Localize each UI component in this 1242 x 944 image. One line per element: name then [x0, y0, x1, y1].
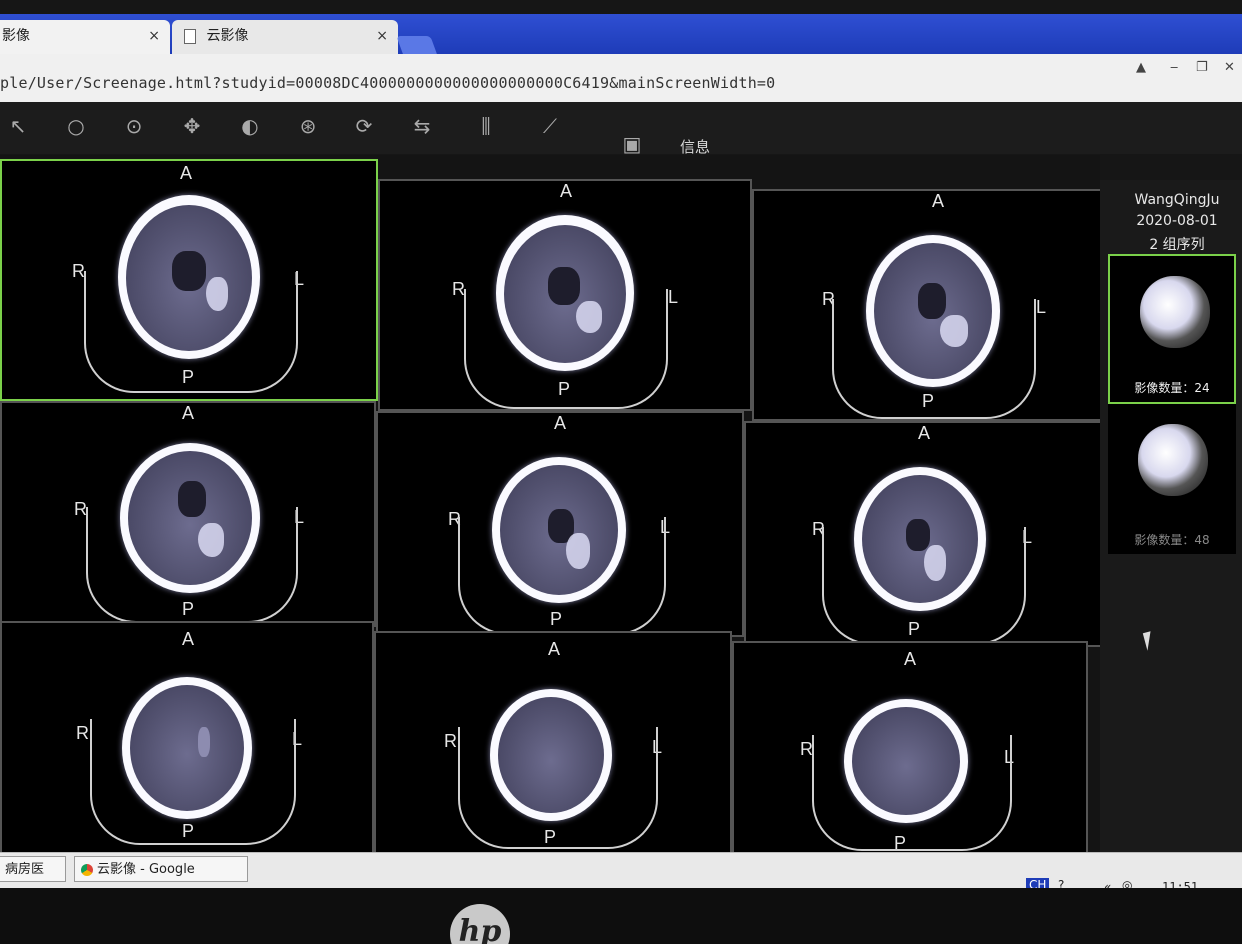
hemorrhage — [924, 545, 946, 581]
ventricle — [918, 283, 946, 319]
image-count-label: 影像数量：24 — [1134, 381, 1210, 395]
brain-tissue — [130, 685, 244, 811]
ventricle — [178, 481, 206, 517]
ventricle — [172, 251, 206, 291]
tab-imaging[interactable]: 影像 × — [0, 20, 170, 54]
hemorrhage — [576, 301, 602, 333]
series-count: 2 组序列 — [1149, 237, 1205, 253]
orientation-right: R — [76, 723, 89, 743]
monitor-screen: 影像 × 云影像 × ple/User/Screenage.html?study… — [0, 0, 1242, 944]
pan-icon[interactable]: ✥ — [178, 112, 206, 140]
brain-tissue — [852, 707, 960, 815]
zoom-in-icon[interactable]: ⊙ — [120, 112, 148, 140]
flip-icon[interactable]: ⇆ — [408, 112, 436, 140]
close-icon[interactable]: × — [376, 20, 388, 52]
new-tab-button[interactable] — [396, 36, 438, 56]
viewport-3[interactable]: A R L P — [752, 189, 1122, 421]
orientation-left: L — [1036, 297, 1047, 317]
save-icon[interactable]: ▣ — [618, 130, 646, 158]
monitor-bezel — [0, 888, 1242, 944]
rotate-icon[interactable]: ⟳ — [350, 112, 378, 140]
tab-label: 云影像 — [206, 28, 249, 44]
viewport-2[interactable]: A R L P — [378, 179, 752, 411]
layout-icon[interactable]: ⫼ — [472, 112, 500, 140]
patient-name: WangQingJu — [1134, 192, 1220, 208]
thumbnail-image — [1138, 424, 1208, 496]
viewport-9[interactable]: A R L P — [732, 641, 1088, 855]
viewport-6[interactable]: A R L P — [744, 421, 1108, 647]
viewport-8[interactable]: A R L P — [374, 631, 732, 855]
window-close-icon[interactable]: ✕ — [1224, 60, 1235, 75]
tab-label: 影像 — [2, 28, 30, 44]
orientation-anterior: A — [904, 649, 917, 669]
orientation-anterior: A — [182, 403, 195, 423]
orientation-anterior: A — [554, 413, 567, 433]
image-count-label: 影像数量：48 — [1134, 533, 1210, 547]
minimize-icon[interactable]: ‒ — [1170, 60, 1178, 75]
orientation-anterior: A — [548, 639, 561, 659]
brain-tissue — [128, 451, 252, 585]
orientation-anterior: A — [180, 163, 193, 183]
orientation-left: L — [668, 287, 679, 307]
ventricle — [548, 267, 580, 305]
hemorrhage — [198, 523, 224, 557]
thumbnail-image — [1140, 276, 1210, 348]
url-field[interactable]: ple/User/Screenage.html?studyid=00008DC4… — [0, 74, 775, 92]
close-icon[interactable]: × — [148, 20, 160, 52]
ventricle — [198, 727, 210, 757]
taskbar-item-ward[interactable]: 病房医 — [0, 856, 66, 882]
orientation-anterior: A — [918, 423, 931, 443]
viewport-7[interactable]: A R L P — [0, 621, 374, 855]
orientation-right: R — [444, 731, 457, 751]
hemorrhage — [206, 277, 228, 311]
viewport-4[interactable]: A R L P — [0, 401, 376, 627]
orientation-anterior: A — [932, 191, 945, 211]
brain-tissue — [498, 697, 604, 813]
orientation-anterior: A — [560, 181, 573, 201]
viewport-1[interactable]: A R L P — [0, 159, 378, 401]
document-icon — [184, 28, 196, 44]
series-thumbnail-1[interactable]: 影像数量：24 — [1108, 254, 1236, 404]
orientation-anterior: A — [182, 629, 195, 649]
tab-cloud-imaging[interactable]: 云影像 × — [172, 20, 398, 54]
hemorrhage — [940, 315, 968, 347]
series-thumbnail-2[interactable]: 影像数量：48 — [1108, 404, 1236, 554]
taskbar-item-chrome[interactable]: 云影像 - Google Chrome — [74, 856, 248, 903]
user-icon[interactable]: ▲ — [1136, 60, 1146, 75]
study-date: 2020-08-01 — [1136, 213, 1218, 229]
window-level-icon[interactable]: ◐ — [236, 112, 264, 140]
info-button[interactable]: 信息 — [680, 136, 710, 157]
color-map-icon[interactable]: ⊛ — [294, 112, 322, 140]
pointer-icon[interactable]: ↖ — [4, 112, 32, 140]
measure-icon[interactable]: ⟋ — [536, 112, 564, 140]
chrome-icon — [81, 863, 93, 876]
image-viewer-grid: A R L P A R L P A R L P A R L P A R L P … — [0, 155, 1122, 855]
magnifier-icon[interactable]: ○ — [62, 112, 90, 140]
restore-icon[interactable]: ❐ — [1196, 60, 1208, 75]
browser-tab-bar: 影像 × 云影像 × — [0, 14, 1242, 56]
hemorrhage — [566, 533, 590, 569]
viewport-5[interactable]: A R L P — [376, 411, 744, 637]
ventricle — [906, 519, 930, 551]
